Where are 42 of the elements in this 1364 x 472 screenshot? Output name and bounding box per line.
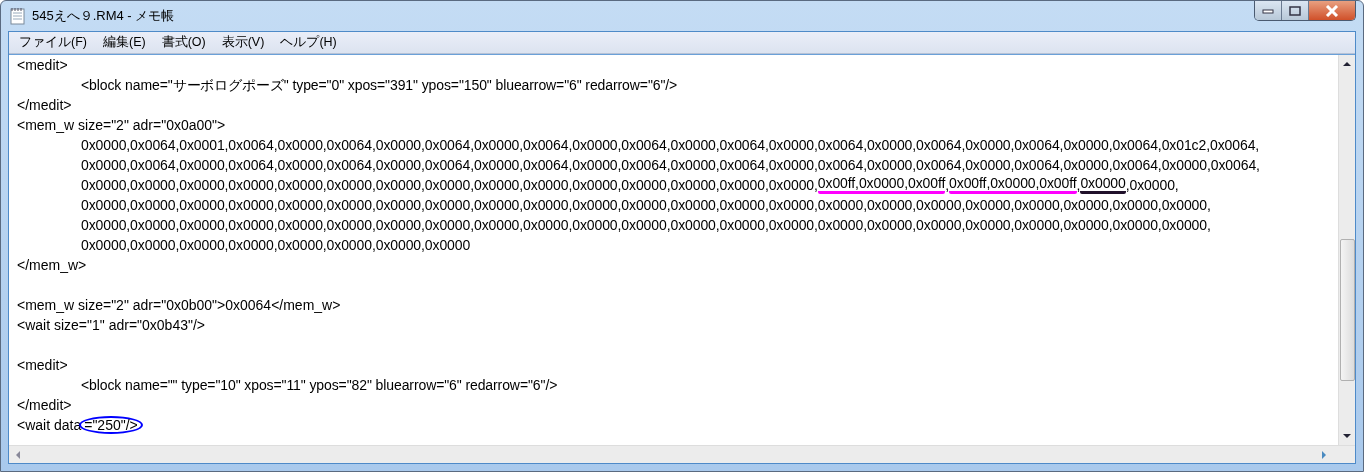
code-text: <block name="サーボログポーズ" type="0" xpos="391" ypos="150" bluearrow="6" redarrow="6"/> (81, 77, 678, 93)
close-icon (1325, 4, 1339, 17)
code-text: 0x0000,0x0000,0x0000,0x0000,0x0000,0x0000,0x0000,0x0000,0x0000,0x0000,0x0000,0x0000,0x0000,0x0000,0x0000,0x0000,0x0000,0x0000,0x0000,0x0000,0x0000,0x0000,0x0000, (81, 217, 1211, 233)
code-text: <block name="" type="10" xpos="11" ypos="82" bluearrow="6" redarrow="6"/> (81, 377, 558, 393)
code-text: , (1076, 177, 1081, 193)
underlined-text: 0x00ff,0x0000,0x00ff (949, 176, 1077, 194)
code-text: <medit> (17, 57, 68, 73)
underlined-text: 0x0000 (1080, 176, 1126, 194)
notepad-icon (10, 7, 26, 25)
maximize-icon (1289, 5, 1301, 16)
code-text: <mem_w size="2" adr="0x0b00">0x0064</mem_w> (17, 297, 341, 313)
menu-item[interactable]: 表示(V) (215, 33, 271, 52)
scroll-up-icon[interactable] (1342, 61, 1352, 67)
scroll-down-icon[interactable] (1342, 433, 1352, 439)
code-text: 0x0000,0x0064,0x0000,0x0064,0x0000,0x0064,0x0000,0x0064,0x0000,0x0064,0x0000,0x0064,0x0000,0x0064,0x0000,0x0064,0x0000,0x0064,0x0000,0x0064,0x0000,0x0064,0x0000,0x0064, (81, 157, 1260, 173)
code-text: <wait size="1" adr="0x0b43"/> (17, 317, 205, 333)
minimize-button[interactable] (1255, 1, 1282, 20)
window-title: 545えへ９.RM4 - メモ帳 (32, 7, 175, 25)
code-text: 0x0000,0x0000,0x0000,0x0000,0x0000,0x0000,0x0000,0x0000 (81, 237, 471, 253)
maximize-button[interactable] (1282, 1, 1309, 20)
scroll-thumb[interactable] (1339, 239, 1355, 381)
menu-item[interactable]: ファイル(F) (13, 33, 93, 52)
underlined-text: 0x00ff,0x0000,0x00ff (817, 176, 946, 194)
scroll-left-icon[interactable] (15, 449, 21, 460)
menu-item[interactable]: 書式(O) (155, 33, 212, 52)
close-button[interactable] (1309, 1, 1355, 20)
horizontal-scrollbar[interactable] (9, 445, 1355, 463)
minimize-icon (1262, 7, 1274, 14)
menu-item[interactable]: 編集(E) (96, 33, 152, 52)
code-text: </medit> (17, 397, 72, 413)
code-text: <mem_w size="2" adr="0x0a00"> (17, 117, 226, 133)
code-text: , (945, 177, 950, 193)
code-text: <medit> (17, 357, 68, 373)
menu-item[interactable]: ヘルプ(H) (274, 33, 343, 52)
vertical-scrollbar[interactable] (1338, 55, 1355, 445)
code-text: </medit> (17, 97, 72, 113)
code-text: 0x0000,0x0064,0x0001,0x0064,0x0000,0x0064,0x0000,0x0064,0x0000,0x0064,0x0000,0x0064,0x0000,0x0064,0x0000,0x0064,0x0000,0x0064,0x0000,0x0064,0x0000,0x0064,0x01c2,0x0064, (81, 137, 1260, 153)
code-text: 0x0000,0x0000,0x0000,0x0000,0x0000,0x0000,0x0000,0x0000,0x0000,0x0000,0x0000,0x0000,0x0000,0x0000,0x0000, (81, 177, 818, 193)
code-text: ,0x0000, (1125, 177, 1179, 193)
scroll-right-icon[interactable] (1321, 449, 1327, 460)
code-text: 0x0000,0x0000,0x0000,0x0000,0x0000,0x0000,0x0000,0x0000,0x0000,0x0000,0x0000,0x0000,0x0000,0x0000,0x0000,0x0000,0x0000,0x0000,0x0000,0x0000,0x0000,0x0000,0x0000, (81, 197, 1211, 213)
code-text: </mem_w> (17, 257, 87, 273)
